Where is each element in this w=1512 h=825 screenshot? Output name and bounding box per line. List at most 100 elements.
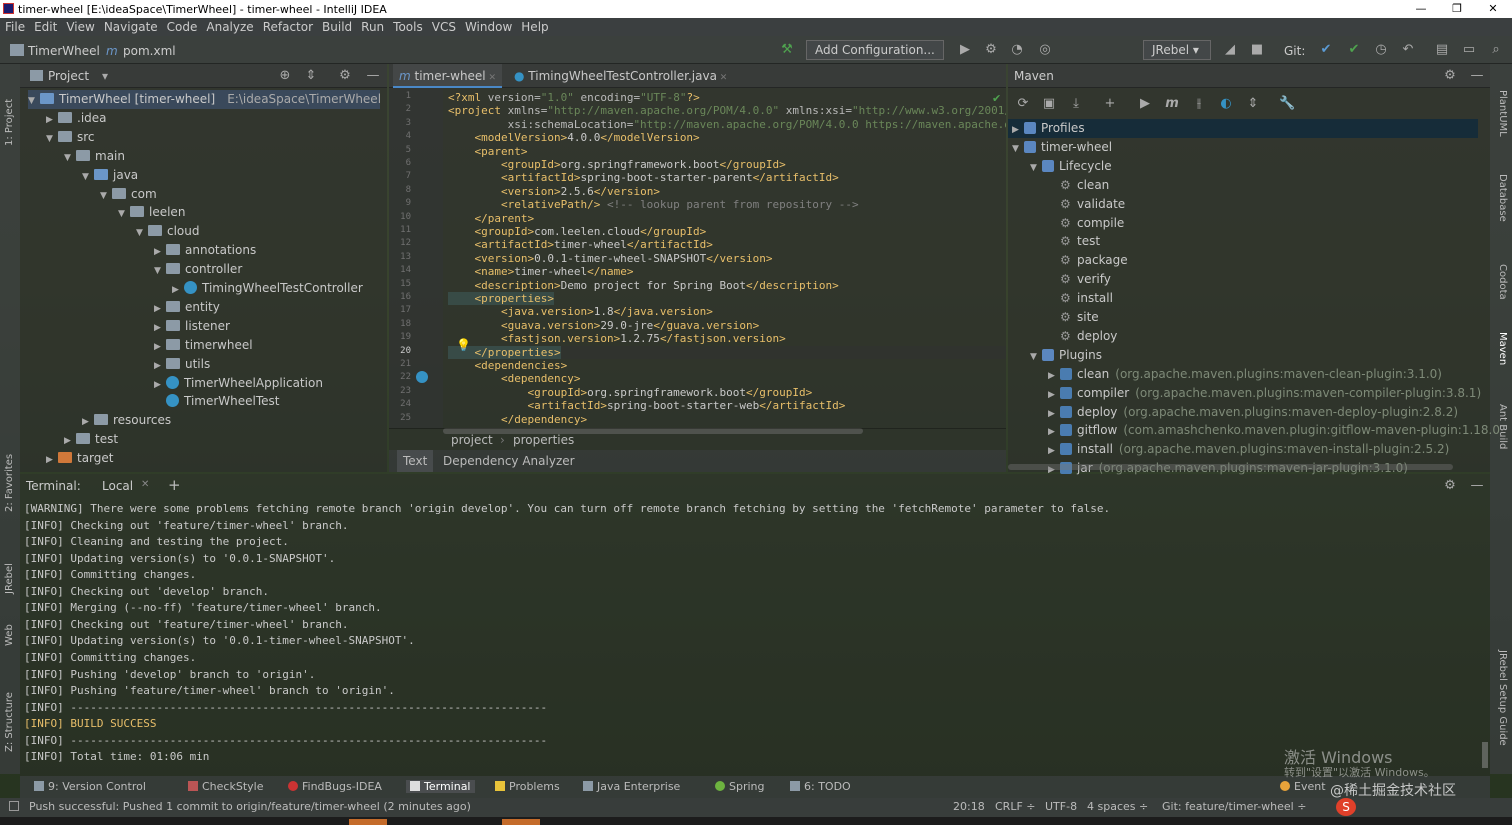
run-icon[interactable]: ▶ bbox=[957, 42, 973, 58]
presentation-icon[interactable]: ▭ bbox=[1461, 42, 1477, 58]
tree-toggle-icon[interactable]: ▼ bbox=[46, 130, 58, 149]
maven-tree-item[interactable]: ▶ compiler (org.apache.maven.plugins:maven… bbox=[1048, 384, 1481, 403]
stripe-maven[interactable]: Maven bbox=[1497, 332, 1508, 365]
tool-problems[interactable]: Problems bbox=[495, 780, 560, 793]
terminal-scrollbar[interactable] bbox=[1482, 742, 1488, 768]
tree-toggle-icon[interactable]: ▼ bbox=[136, 224, 148, 243]
project-panel-title[interactable]: Project bbox=[48, 69, 89, 83]
profile-icon[interactable]: ◎ bbox=[1037, 42, 1053, 58]
tree-toggle-icon[interactable]: ▼ bbox=[1030, 348, 1042, 367]
code-line[interactable]: <relativePath/> <!-- lookup parent from … bbox=[448, 198, 859, 211]
tool-version-control[interactable]: 9: Version Control bbox=[34, 780, 146, 793]
project-tree-item[interactable]: ▼ TimerWheel [timer-wheel] E:\ideaSpace\Ti… bbox=[28, 90, 381, 111]
new-terminal-icon[interactable]: + bbox=[168, 476, 181, 494]
chevron-down-icon[interactable]: ▾ bbox=[102, 69, 108, 83]
execute-goal-icon[interactable]: m bbox=[1164, 96, 1180, 111]
maven-tree-item[interactable]: ⚙ validate bbox=[1048, 195, 1125, 214]
status-message[interactable]: Push successful: Pushed 1 commit to orig… bbox=[29, 800, 471, 813]
menu-help[interactable]: Help bbox=[517, 20, 552, 34]
code-line[interactable]: <parent> bbox=[448, 145, 527, 158]
skip-tests-icon[interactable]: ◐ bbox=[1218, 96, 1234, 111]
project-tree-item[interactable]: ▼ src bbox=[46, 128, 95, 147]
code-line[interactable]: <properties> bbox=[448, 292, 554, 305]
project-tree-item[interactable]: ▶ target bbox=[46, 449, 114, 468]
minimize-button[interactable]: — bbox=[1404, 0, 1438, 18]
project-tree-item[interactable]: ▶ listener bbox=[154, 317, 230, 336]
menu-file[interactable]: File bbox=[1, 20, 29, 34]
terminal-tab-local[interactable]: Local bbox=[102, 479, 133, 493]
code-line[interactable]: <artifactId>timer-wheel</artifactId> bbox=[448, 238, 712, 251]
tree-toggle-icon[interactable]: ▼ bbox=[28, 92, 40, 111]
project-structure-icon[interactable]: ▤ bbox=[1434, 42, 1450, 58]
code-line[interactable]: <fastjson.version>1.2.75</fastjson.versi… bbox=[448, 332, 786, 345]
close-tab-icon[interactable]: ✕ bbox=[717, 73, 728, 83]
gear-icon[interactable]: ⚙ bbox=[337, 68, 353, 83]
code-line[interactable]: <groupId>com.leelen.cloud</groupId> bbox=[448, 225, 706, 238]
stop-icon[interactable]: ■ bbox=[1249, 42, 1265, 58]
tree-toggle-icon[interactable]: ▼ bbox=[100, 187, 112, 206]
project-tree-item[interactable]: ▶ .idea bbox=[46, 109, 107, 128]
terminal-gear-icon[interactable]: ⚙ bbox=[1442, 478, 1458, 493]
code-line[interactable]: <project xmlns="http://maven.apache.org/… bbox=[448, 104, 1006, 117]
tool-event-log[interactable]: Event bbox=[1280, 780, 1326, 793]
breadcrumb-properties[interactable]: properties bbox=[513, 433, 574, 447]
maven-tree-item[interactable]: ▶ deploy (org.apache.maven.plugins:maven-d… bbox=[1048, 403, 1458, 422]
code-line[interactable]: <version>2.5.6</version> bbox=[448, 185, 660, 198]
taskbar-item-a[interactable] bbox=[349, 819, 387, 825]
git-history-icon[interactable]: ◷ bbox=[1373, 42, 1389, 58]
project-tree-item[interactable]: ▶ TimerWheelApplication bbox=[154, 374, 323, 393]
tree-toggle-icon[interactable]: ▼ bbox=[118, 205, 130, 224]
code-line[interactable]: <java.version>1.8</java.version> bbox=[448, 305, 713, 318]
tree-toggle-icon[interactable]: ▶ bbox=[46, 451, 58, 470]
menu-window[interactable]: Window bbox=[461, 20, 516, 34]
project-tree-item[interactable]: ▼ controller bbox=[154, 260, 242, 279]
collapse-icon[interactable]: ⇕ bbox=[1245, 96, 1261, 111]
stripe-codota[interactable]: Codota bbox=[1497, 264, 1508, 300]
stripe-favorites[interactable]: 2: Favorites bbox=[4, 454, 15, 512]
maven-tree-item[interactable]: ⚙ clean bbox=[1048, 176, 1109, 195]
status-toggle-icon[interactable] bbox=[9, 801, 19, 811]
editor-tab[interactable]: m timer-wheel ✕ bbox=[393, 64, 503, 88]
reload-icon[interactable]: ⟳ bbox=[1015, 96, 1031, 111]
menu-code[interactable]: Code bbox=[163, 20, 202, 34]
line-separator[interactable]: CRLF ÷ bbox=[995, 800, 1036, 813]
stripe-jrebel[interactable]: JRebel bbox=[4, 563, 15, 594]
tool-checkstyle[interactable]: CheckStyle bbox=[188, 780, 263, 793]
code-line[interactable]: <artifactId>spring-boot-starter-parent</… bbox=[448, 171, 839, 184]
close-tab-icon[interactable]: ✕ bbox=[141, 479, 149, 490]
tree-toggle-icon[interactable]: ▼ bbox=[64, 149, 76, 168]
code-line[interactable]: <version>0.0.1-timer-wheel-SNAPSHOT</ver… bbox=[448, 252, 772, 265]
generate-sources-icon[interactable]: ▣ bbox=[1041, 96, 1057, 111]
code-line[interactable]: <dependencies> bbox=[448, 359, 567, 372]
add-configuration-button[interactable]: Add Configuration... bbox=[806, 40, 944, 60]
coverage-icon[interactable]: ◔ bbox=[1009, 42, 1025, 58]
code-line[interactable]: </properties> bbox=[448, 345, 1006, 359]
code-line[interactable]: <dependency> bbox=[448, 372, 580, 385]
stripe-web[interactable]: Web bbox=[4, 624, 15, 646]
project-tree-item[interactable]: ▶ utils bbox=[154, 355, 210, 374]
maven-tree-item[interactable]: ▼ Plugins bbox=[1030, 346, 1102, 365]
maven-tree-item[interactable]: ⚙ verify bbox=[1048, 270, 1111, 289]
menu-tools[interactable]: Tools bbox=[389, 20, 427, 34]
tool-spring[interactable]: Spring bbox=[715, 780, 765, 793]
locate-icon[interactable]: ⊕ bbox=[277, 68, 293, 83]
indent-setting[interactable]: 4 spaces ÷ bbox=[1087, 800, 1148, 813]
code-line[interactable]: <groupId>org.springframework.boot</group… bbox=[448, 386, 812, 399]
stripe-project[interactable]: 1: Project bbox=[4, 99, 15, 146]
code-line[interactable]: xsi:schemaLocation="http://maven.apache.… bbox=[448, 118, 1006, 131]
menu-run[interactable]: Run bbox=[357, 20, 388, 34]
code-area[interactable]: 1 <?xml version="1.0" encoding="UTF-8"?> 2… bbox=[389, 91, 1006, 426]
code-line[interactable]: <modelVersion>4.0.0</modelVersion> bbox=[448, 131, 699, 144]
jrebel-dropdown[interactable]: JRebel ▾ bbox=[1143, 40, 1211, 60]
maven-tree-item[interactable]: ⚙ deploy bbox=[1048, 327, 1117, 346]
menu-build[interactable]: Build bbox=[318, 20, 356, 34]
code-line[interactable]: </dependency> bbox=[448, 413, 587, 426]
maven-gear-icon[interactable]: ⚙ bbox=[1442, 68, 1458, 83]
maximize-button[interactable]: ❐ bbox=[1440, 0, 1474, 18]
stripe-structure[interactable]: Z: Structure bbox=[4, 692, 15, 752]
maven-tree-item[interactable]: ▶ clean (org.apache.maven.plugins:maven-cl… bbox=[1048, 365, 1442, 384]
code-line[interactable]: </parent> bbox=[448, 212, 534, 225]
stripe-jrebel-guide[interactable]: JRebel Setup Guide bbox=[1497, 650, 1508, 746]
project-tree-item[interactable]: ▶ entity bbox=[154, 298, 220, 317]
spring-bean-icon[interactable] bbox=[416, 371, 428, 383]
